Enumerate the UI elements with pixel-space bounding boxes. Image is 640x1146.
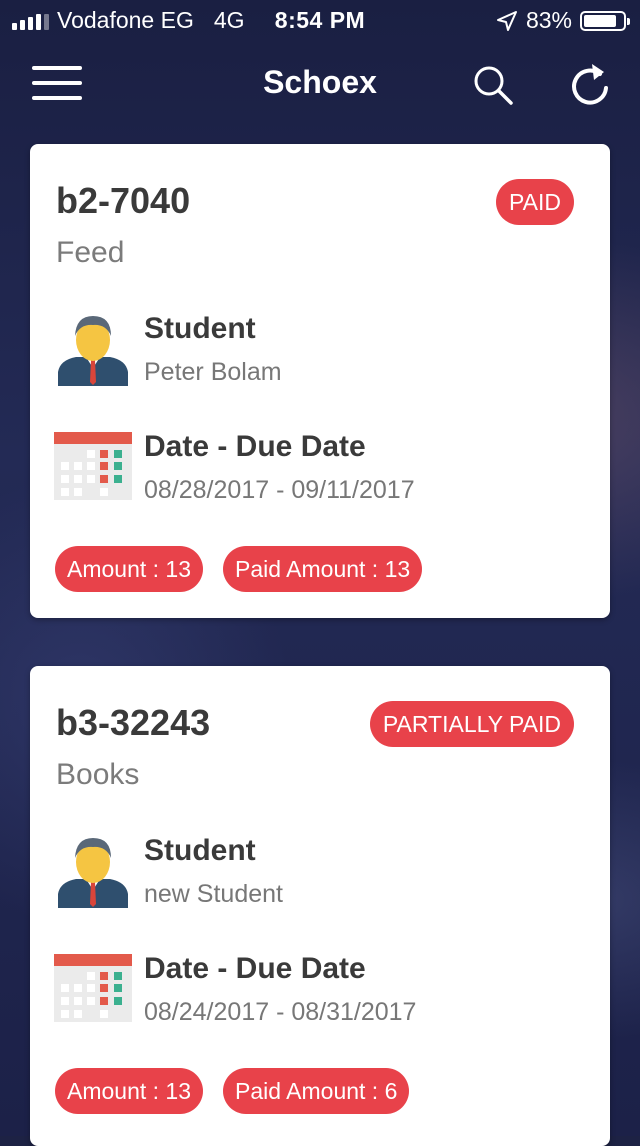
date-label: Date - Due Date: [144, 952, 366, 985]
calendar-icon: [54, 954, 132, 1022]
status-badge: PAID: [496, 179, 574, 225]
invoice-type: Books: [56, 758, 140, 791]
paid-amount-badge: Paid Amount : 6: [223, 1068, 410, 1114]
paid-amount-badge: Paid Amount : 13: [223, 546, 423, 592]
refresh-button[interactable]: [568, 60, 612, 106]
student-name: Peter Bolam: [144, 358, 282, 386]
status-right: 83%: [496, 7, 630, 34]
refresh-icon: [572, 64, 608, 105]
invoice-card[interactable]: b2-7040 Feed PAID Student Peter Bolam Da…: [30, 144, 610, 618]
calendar-icon: [54, 432, 132, 500]
battery-icon: [580, 10, 630, 31]
invoice-type: Feed: [56, 236, 125, 269]
invoice-id: b3-32243: [56, 702, 211, 743]
app-title: Schoex: [263, 64, 377, 100]
date-range: 08/24/2017 - 08/31/2017: [144, 998, 417, 1026]
search-button[interactable]: [472, 64, 514, 106]
student-label: Student: [144, 312, 256, 345]
nav-bar: Schoex: [0, 50, 640, 120]
amount-badge: Amount : 13: [55, 1068, 204, 1114]
battery-percent: 83%: [525, 7, 572, 33]
battery-level: [584, 14, 616, 27]
date-range: 08/28/2017 - 09/11/2017: [144, 476, 415, 504]
amount-badge: Amount : 13: [55, 546, 204, 592]
status-bar: Vodafone EG 4G 8:54 PM 83%: [0, 0, 640, 40]
status-badge: PARTIALLY PAID: [369, 701, 574, 747]
invoice-id: b2-7040: [56, 180, 191, 221]
date-label: Date - Due Date: [144, 430, 366, 463]
student-name: new Student: [144, 880, 283, 908]
student-avatar-icon: [58, 316, 128, 386]
location-arrow-icon: [496, 10, 517, 31]
search-icon: [474, 66, 513, 105]
invoice-card[interactable]: b3-32243 Books PARTIALLY PAID Student ne…: [30, 666, 610, 1146]
student-avatar-icon: [58, 838, 128, 908]
student-label: Student: [144, 834, 256, 867]
